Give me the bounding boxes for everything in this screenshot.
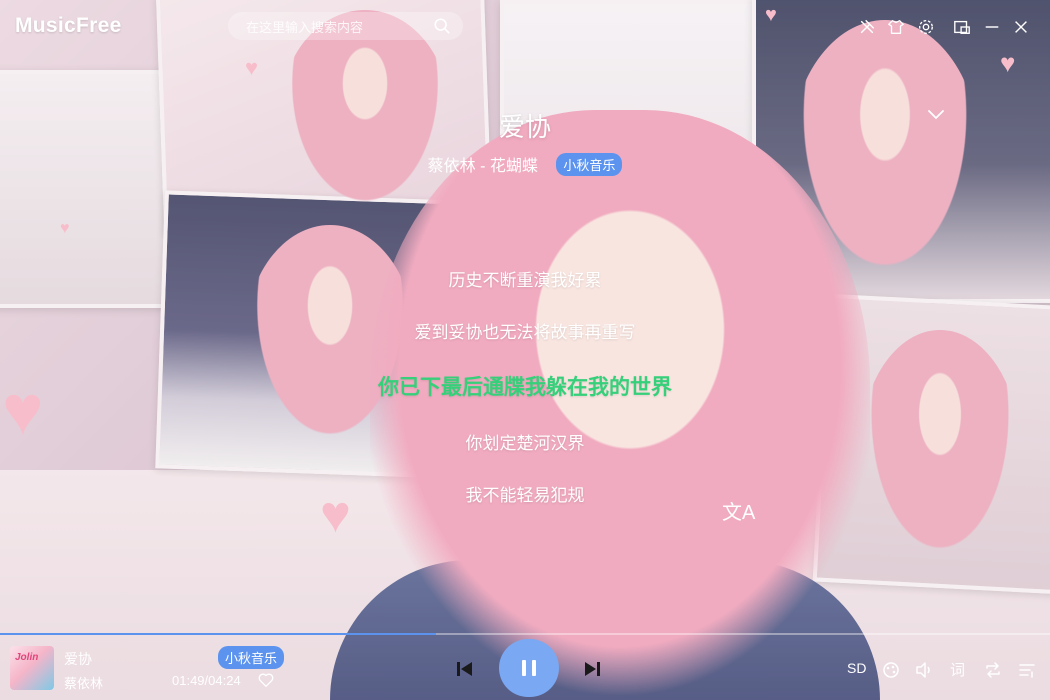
next-icon[interactable] <box>582 659 602 679</box>
album-art-background: ♥ ♥ ♥ ♥ ♥ ♥ <box>0 0 1050 700</box>
lyric-line[interactable]: 我不能轻易犯规 <box>0 481 1050 506</box>
pin-icon[interactable] <box>858 18 876 36</box>
skin-icon[interactable] <box>887 18 905 36</box>
progress-fill <box>0 633 436 635</box>
song-meta: 蔡依林 - 花蝴蝶 小秋音乐 <box>0 152 1050 176</box>
progress-bar[interactable] <box>0 633 1050 635</box>
search-icon[interactable] <box>433 17 451 35</box>
player-source-badge: 小秋音乐 <box>218 646 285 669</box>
minimize-icon[interactable] <box>983 18 1001 36</box>
app-logo: MusicFree <box>15 14 122 37</box>
player-artist[interactable]: 蔡依林 <box>64 673 103 692</box>
lyric-line-active[interactable]: 你已下最后通牒我躲在我的世界 <box>0 371 1050 401</box>
translate-icon[interactable]: 文A <box>722 496 755 525</box>
search-input[interactable] <box>244 12 433 42</box>
settings-icon[interactable] <box>917 18 935 36</box>
previous-icon[interactable] <box>455 659 475 679</box>
player-song-title[interactable]: 爱协 <box>64 649 92 669</box>
close-icon[interactable] <box>1012 18 1030 36</box>
album-cover[interactable]: Jolin <box>10 646 54 690</box>
pause-icon <box>522 660 536 676</box>
playback-time: 01:49/04:24 <box>172 673 241 688</box>
heart-icon[interactable] <box>257 671 275 689</box>
cover-text: Jolin <box>15 652 39 663</box>
pause-button[interactable] <box>499 639 559 697</box>
lyric-line[interactable]: 你划定楚河汉界 <box>0 429 1050 454</box>
chevron-down-icon[interactable] <box>926 104 946 124</box>
sound-effect-icon[interactable] <box>881 660 901 680</box>
quality-button[interactable]: SD <box>847 660 866 676</box>
lyric-toggle-button[interactable]: 词 <box>950 659 965 680</box>
search-box[interactable] <box>228 12 463 42</box>
mini-mode-icon[interactable] <box>953 18 971 36</box>
lyric-line[interactable]: 历史不断重演我好累 <box>0 266 1050 291</box>
artist-album[interactable]: 蔡依林 - 花蝴蝶 <box>428 158 538 175</box>
playlist-icon[interactable] <box>1017 660 1037 680</box>
lyric-line[interactable]: 爱到妥协也无法将故事再重写 <box>0 318 1050 343</box>
volume-icon[interactable] <box>914 660 934 680</box>
song-title: 爱协 <box>498 112 551 142</box>
repeat-icon[interactable] <box>983 660 1003 680</box>
source-badge: 小秋音乐 <box>556 152 623 176</box>
